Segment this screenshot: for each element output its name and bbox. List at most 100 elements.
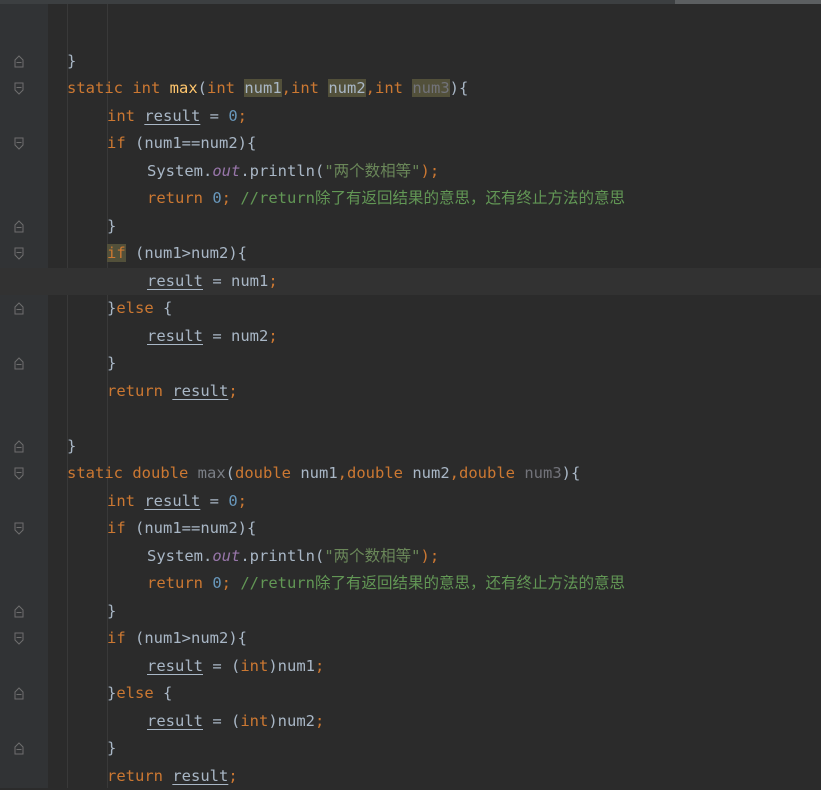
- code-token: System.: [147, 547, 212, 565]
- code-line[interactable]: result = (int)num2;: [0, 708, 821, 736]
- code-token: int: [375, 79, 412, 97]
- code-text: }: [107, 598, 116, 626]
- code-line[interactable]: }: [0, 735, 821, 763]
- code-token: return: [107, 767, 172, 785]
- code-text: }: [107, 213, 116, 241]
- code-text: }: [107, 350, 116, 378]
- code-token: static: [67, 79, 132, 97]
- fold-end-icon[interactable]: [14, 357, 24, 370]
- code-token: result: [144, 492, 200, 510]
- code-line[interactable]: }: [0, 48, 821, 76]
- code-token: static: [67, 464, 132, 482]
- code-token: ;: [315, 657, 324, 675]
- code-line[interactable]: [0, 20, 821, 48]
- code-line[interactable]: int result = 0;: [0, 103, 821, 131]
- code-line[interactable]: result = num2;: [0, 323, 821, 351]
- code-text: return 0; //return除了有返回结果的意思，还有终止方法的意思: [147, 185, 625, 213]
- code-text: result = num1;: [147, 268, 278, 296]
- code-line[interactable]: return result;: [0, 763, 821, 790]
- code-line[interactable]: return 0; //return除了有返回结果的意思，还有终止方法的意思: [0, 185, 821, 213]
- code-token: 0: [228, 492, 237, 510]
- code-line[interactable]: }else {: [0, 680, 821, 708]
- fold-collapse-icon[interactable]: [14, 522, 24, 535]
- code-line[interactable]: static int max(int num1,int num2,int num…: [0, 75, 821, 103]
- code-token: (: [226, 464, 235, 482]
- code-text: System.out.println("两个数相等");: [147, 543, 439, 571]
- fold-end-icon[interactable]: [14, 55, 24, 68]
- code-token: ,: [282, 79, 291, 97]
- fold-collapse-icon[interactable]: [14, 467, 24, 480]
- code-line[interactable]: }: [0, 598, 821, 626]
- code-token: }: [107, 217, 116, 235]
- code-line[interactable]: [0, 405, 821, 433]
- code-line[interactable]: }: [0, 213, 821, 241]
- fold-end-icon[interactable]: [14, 605, 24, 618]
- code-line[interactable]: if (num1==num2){: [0, 130, 821, 158]
- fold-collapse-icon[interactable]: [14, 82, 24, 95]
- code-token: num2: [328, 79, 365, 97]
- fold-end-icon[interactable]: [14, 687, 24, 700]
- code-line[interactable]: int result = 0;: [0, 488, 821, 516]
- code-token: );: [421, 162, 440, 180]
- fold-end-icon[interactable]: [14, 440, 24, 453]
- code-token: )num2: [268, 712, 315, 730]
- code-token: }: [107, 602, 116, 620]
- code-line[interactable]: return result;: [0, 378, 821, 406]
- code-token: 0: [212, 574, 221, 592]
- code-text: static int max(int num1,int num2,int num…: [67, 75, 468, 103]
- code-token: return: [147, 189, 212, 207]
- code-line[interactable]: }: [0, 433, 821, 461]
- code-token: =: [200, 107, 228, 125]
- code-line[interactable]: if (num1>num2){: [0, 240, 821, 268]
- code-text: int result = 0;: [107, 488, 247, 516]
- fold-end-icon[interactable]: [14, 742, 24, 755]
- code-token: if: [107, 134, 135, 152]
- fold-collapse-icon[interactable]: [14, 247, 24, 260]
- code-token: ;: [228, 382, 237, 400]
- code-line[interactable]: result = num1;: [0, 268, 821, 296]
- horizontal-scrollbar-thumb[interactable]: [675, 0, 821, 4]
- code-text: static double max(double num1,double num…: [67, 460, 580, 488]
- code-token: out: [212, 547, 240, 565]
- code-line[interactable]: }: [0, 350, 821, 378]
- code-text: result = (int)num2;: [147, 708, 324, 736]
- code-line[interactable]: result = (int)num1;: [0, 653, 821, 681]
- code-editor[interactable]: }static int max(int num1,int num2,int nu…: [0, 20, 821, 790]
- fold-end-icon[interactable]: [14, 220, 24, 233]
- code-text: return result;: [107, 378, 238, 406]
- code-token: int: [291, 79, 328, 97]
- code-line[interactable]: if (num1==num2){: [0, 515, 821, 543]
- code-token: result: [172, 767, 228, 785]
- code-token: "两个数相等": [324, 547, 420, 565]
- code-token: 0: [212, 189, 221, 207]
- code-token: }: [107, 739, 116, 757]
- code-token: (: [198, 79, 207, 97]
- code-line[interactable]: static double max(double num1,double num…: [0, 460, 821, 488]
- code-token: }: [107, 684, 116, 702]
- code-token: max: [198, 464, 226, 482]
- code-line[interactable]: return 0; //return除了有返回结果的意思，还有终止方法的意思: [0, 570, 821, 598]
- fold-end-icon[interactable]: [14, 302, 24, 315]
- code-token: }: [67, 52, 76, 70]
- code-token: result: [147, 272, 203, 290]
- code-token: num3: [412, 79, 449, 97]
- code-line[interactable]: System.out.println("两个数相等");: [0, 158, 821, 186]
- code-line[interactable]: System.out.println("两个数相等");: [0, 543, 821, 571]
- code-token: ){: [562, 464, 581, 482]
- code-line[interactable]: }else {: [0, 295, 821, 323]
- code-token: = num2: [203, 327, 268, 345]
- code-token: double: [459, 464, 524, 482]
- code-text: System.out.println("两个数相等");: [147, 158, 439, 186]
- code-line[interactable]: if (num1>num2){: [0, 625, 821, 653]
- fold-collapse-icon[interactable]: [14, 137, 24, 150]
- code-token: else: [116, 299, 163, 317]
- code-token: )num1: [268, 657, 315, 675]
- fold-collapse-icon[interactable]: [14, 632, 24, 645]
- code-token: .println(: [240, 162, 324, 180]
- code-token: = num1: [203, 272, 268, 290]
- code-token: result: [147, 327, 203, 345]
- code-token: out: [212, 162, 240, 180]
- code-text: }: [107, 735, 116, 763]
- code-token: ,: [338, 464, 347, 482]
- code-token: int: [107, 107, 144, 125]
